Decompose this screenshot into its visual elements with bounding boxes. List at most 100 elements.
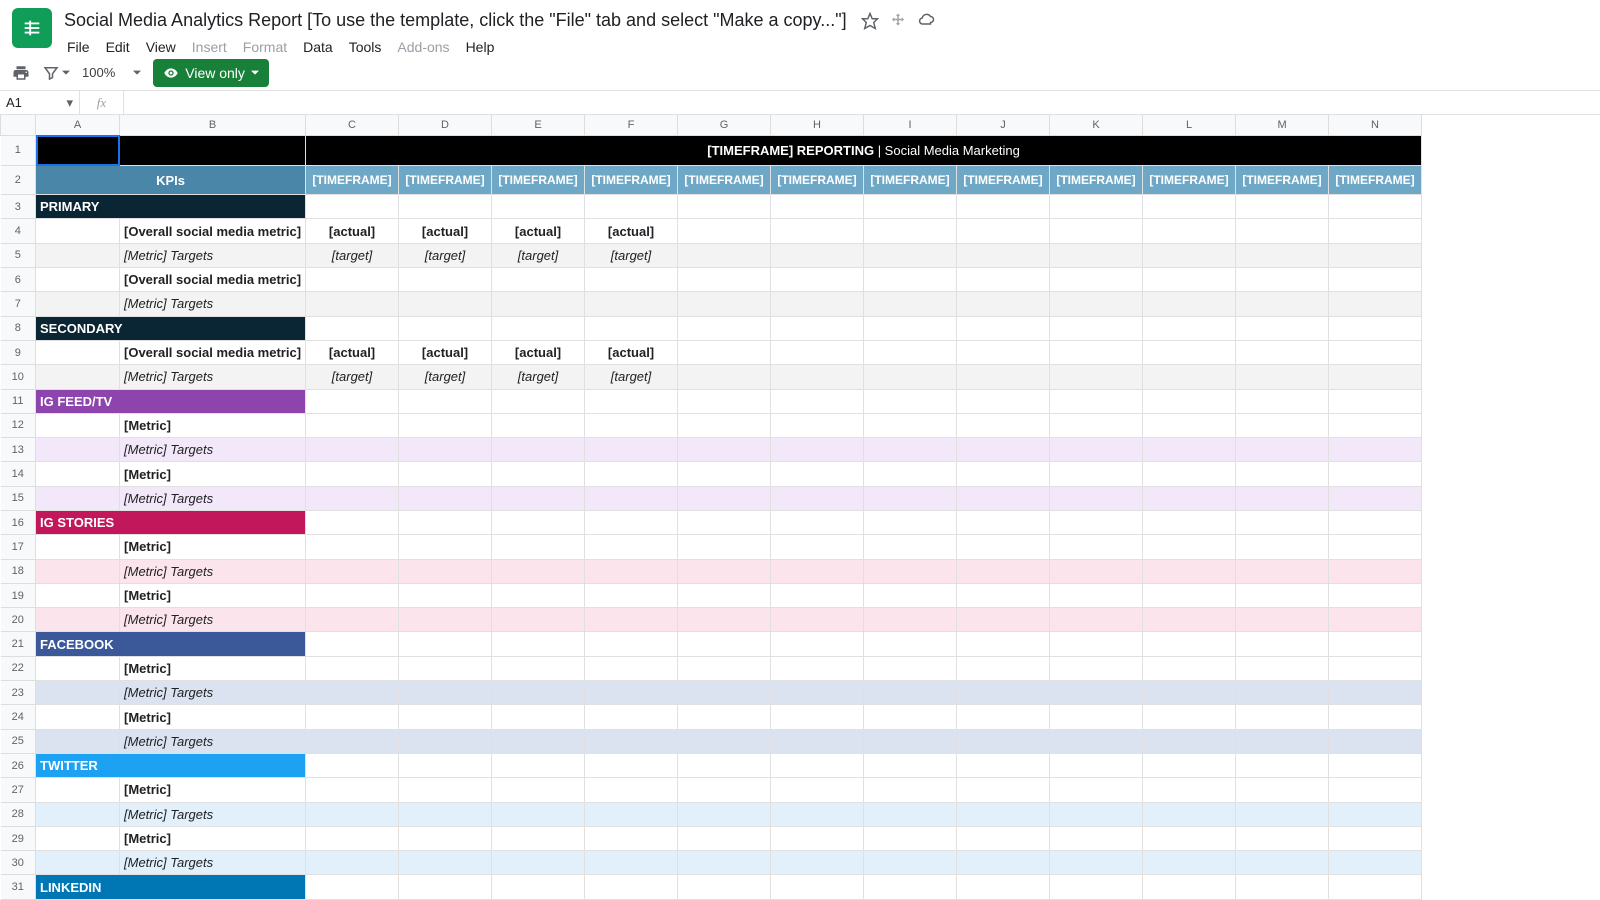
cell[interactable]	[1050, 705, 1143, 729]
cell[interactable]	[1050, 656, 1143, 680]
row-num[interactable]: 31	[1, 875, 36, 900]
row-num[interactable]: 4	[1, 219, 36, 243]
cell[interactable]	[957, 681, 1050, 705]
cell[interactable]	[957, 365, 1050, 389]
cell[interactable]	[957, 389, 1050, 413]
cell[interactable]	[585, 705, 678, 729]
cell[interactable]	[585, 462, 678, 486]
cell[interactable]	[1143, 268, 1236, 292]
cell[interactable]	[492, 753, 585, 777]
row-num[interactable]: 17	[1, 535, 36, 559]
cell[interactable]	[1236, 656, 1329, 680]
cell[interactable]	[36, 243, 120, 267]
name-box[interactable]: A1▾	[0, 91, 80, 114]
cell[interactable]	[1236, 389, 1329, 413]
cell[interactable]	[399, 729, 492, 753]
cell[interactable]	[864, 632, 957, 656]
cell[interactable]	[678, 243, 771, 267]
cell[interactable]	[1050, 486, 1143, 510]
cell[interactable]	[585, 802, 678, 826]
cell[interactable]	[957, 535, 1050, 559]
row-num[interactable]: 26	[1, 753, 36, 777]
cell[interactable]	[1143, 413, 1236, 437]
cell[interactable]	[864, 608, 957, 632]
cell[interactable]	[1143, 365, 1236, 389]
cell[interactable]	[306, 292, 399, 316]
cell[interactable]	[306, 389, 399, 413]
cell[interactable]	[1329, 729, 1422, 753]
cell[interactable]	[1236, 219, 1329, 243]
section-fb[interactable]: FACEBOOK	[36, 632, 306, 656]
cell[interactable]	[678, 608, 771, 632]
cell[interactable]	[1236, 243, 1329, 267]
cell[interactable]	[1050, 778, 1143, 802]
cell[interactable]: [target]	[399, 365, 492, 389]
cell[interactable]: [Metric] Targets	[120, 365, 306, 389]
col-header-K[interactable]: K	[1050, 115, 1143, 135]
cell[interactable]	[1143, 705, 1236, 729]
cell[interactable]	[957, 802, 1050, 826]
cell[interactable]	[1236, 632, 1329, 656]
cell[interactable]	[771, 268, 864, 292]
cell[interactable]	[1143, 851, 1236, 875]
col-header-I[interactable]: I	[864, 115, 957, 135]
cell[interactable]	[306, 705, 399, 729]
cell[interactable]	[1329, 632, 1422, 656]
cell[interactable]	[399, 875, 492, 900]
row-num[interactable]: 19	[1, 583, 36, 607]
cell[interactable]	[771, 632, 864, 656]
cell[interactable]	[36, 851, 120, 875]
row-num[interactable]: 14	[1, 462, 36, 486]
cell[interactable]	[864, 486, 957, 510]
cell[interactable]	[36, 365, 120, 389]
cell[interactable]	[864, 875, 957, 900]
cell[interactable]: [actual]	[399, 219, 492, 243]
spreadsheet-grid[interactable]: ABCDEFGHIJKLMN 1[TIMEFRAME] REPORTING | …	[0, 115, 1422, 900]
cell[interactable]: [actual]	[492, 340, 585, 364]
cell[interactable]	[585, 753, 678, 777]
cell[interactable]	[399, 535, 492, 559]
cell[interactable]	[399, 608, 492, 632]
cloud-icon[interactable]	[917, 12, 935, 30]
cell[interactable]	[1050, 365, 1143, 389]
cell[interactable]: [actual]	[399, 340, 492, 364]
cell[interactable]	[1329, 705, 1422, 729]
cell[interactable]	[492, 438, 585, 462]
cell[interactable]	[492, 851, 585, 875]
cell[interactable]	[771, 705, 864, 729]
cell[interactable]	[399, 559, 492, 583]
cell[interactable]	[957, 413, 1050, 437]
cell[interactable]	[864, 681, 957, 705]
cell[interactable]	[678, 340, 771, 364]
cell[interactable]	[771, 656, 864, 680]
cell[interactable]	[36, 413, 120, 437]
cell[interactable]	[957, 875, 1050, 900]
cell[interactable]	[1143, 583, 1236, 607]
cell[interactable]	[306, 438, 399, 462]
cell[interactable]	[36, 583, 120, 607]
row-num[interactable]: 27	[1, 778, 36, 802]
cell[interactable]	[864, 316, 957, 340]
cell[interactable]	[1050, 729, 1143, 753]
cell[interactable]	[678, 632, 771, 656]
cell[interactable]	[678, 802, 771, 826]
cell[interactable]	[585, 875, 678, 900]
cell[interactable]	[306, 486, 399, 510]
cell[interactable]	[1050, 438, 1143, 462]
cell[interactable]	[36, 486, 120, 510]
cell[interactable]	[306, 681, 399, 705]
cell[interactable]: [target]	[492, 365, 585, 389]
timeframe-header[interactable]: [TIMEFRAME]	[771, 166, 864, 195]
cell[interactable]	[1050, 413, 1143, 437]
section-secondary[interactable]: SECONDARY	[36, 316, 306, 340]
cell[interactable]	[585, 413, 678, 437]
cell[interactable]	[1236, 778, 1329, 802]
cell[interactable]	[585, 195, 678, 219]
cell[interactable]: [actual]	[306, 340, 399, 364]
cell[interactable]	[1329, 851, 1422, 875]
cell[interactable]	[1236, 268, 1329, 292]
cell[interactable]	[36, 705, 120, 729]
cell[interactable]: [Metric]	[120, 778, 306, 802]
cell[interactable]	[957, 219, 1050, 243]
cell[interactable]	[1329, 389, 1422, 413]
